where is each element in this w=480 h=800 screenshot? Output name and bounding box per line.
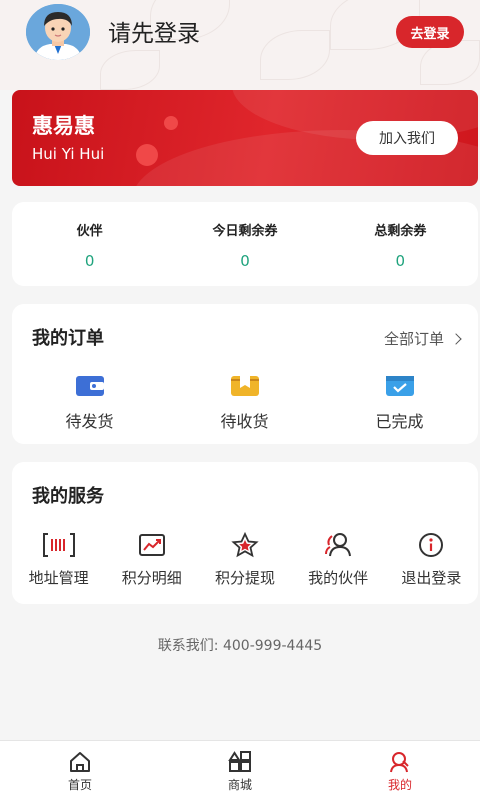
tab-profile[interactable]: 我的 xyxy=(320,741,480,800)
login-button[interactable]: 去登录 xyxy=(396,16,464,48)
stat-today-coupons[interactable]: 今日剩余券 0 xyxy=(167,202,322,286)
star-icon xyxy=(231,532,259,558)
partners-icon xyxy=(325,533,352,557)
address-icon xyxy=(42,533,75,557)
order-pending-receipt[interactable]: 待收货 xyxy=(167,374,322,432)
stat-value: 0 xyxy=(84,252,95,270)
service-label: 地址管理 xyxy=(28,569,89,587)
chart-icon xyxy=(138,534,165,556)
stats-card: 伙伴 0 今日剩余券 0 总剩余券 0 xyxy=(12,202,478,286)
order-item-label: 待收货 xyxy=(220,412,269,431)
shop-icon xyxy=(228,751,251,772)
tab-shop[interactable]: 商城 xyxy=(160,741,320,800)
all-orders-label: 全部订单 xyxy=(383,330,444,348)
tab-label: 首页 xyxy=(67,778,92,792)
stat-total-coupons[interactable]: 总剩余券 0 xyxy=(323,202,478,286)
avatar[interactable] xyxy=(26,4,90,60)
tab-label: 我的 xyxy=(387,778,412,792)
login-prompt[interactable]: 请先登录 xyxy=(108,14,200,48)
orders-card: 我的订单 全部订单 待发货 待收货 已完成 xyxy=(12,304,478,444)
info-icon xyxy=(419,533,444,557)
order-item-label: 已完成 xyxy=(375,412,424,431)
contact-label: 联系我们: xyxy=(157,638,219,654)
services-title: 我的服务 xyxy=(32,486,104,507)
order-pending-shipment[interactable]: 待发货 xyxy=(12,374,167,432)
service-my-partners[interactable]: 我的伙伴 xyxy=(292,532,385,588)
services-card: 我的服务 地址管理 积分明细 积分提现 我的伙伴 退出登录 xyxy=(12,462,478,604)
contact-info: 联系我们: 400-999-4445 xyxy=(0,635,480,655)
all-orders-link[interactable]: 全部订单 xyxy=(383,328,462,349)
orders-title: 我的订单 xyxy=(32,328,104,349)
service-address-management[interactable]: 地址管理 xyxy=(12,532,105,588)
service-logout[interactable]: 退出登录 xyxy=(385,532,478,588)
order-item-label: 待发货 xyxy=(65,412,114,431)
home-icon xyxy=(70,752,90,772)
tab-label: 商城 xyxy=(227,778,252,792)
tab-home[interactable]: 首页 xyxy=(0,741,160,800)
box-icon xyxy=(230,376,259,396)
stat-value: 0 xyxy=(395,252,406,270)
service-label: 我的伙伴 xyxy=(308,569,369,587)
service-label: 退出登录 xyxy=(401,569,462,587)
chevron-right-icon xyxy=(450,332,462,345)
order-completed[interactable]: 已完成 xyxy=(322,374,477,432)
service-points-withdraw[interactable]: 积分提现 xyxy=(198,532,291,588)
stat-label: 总剩余券 xyxy=(374,224,427,239)
profile-header: 请先登录 去登录 xyxy=(0,0,480,72)
service-label: 积分明细 xyxy=(121,569,182,587)
brand-name: 惠易惠 xyxy=(32,114,95,138)
bottom-tab-bar: 首页 商城 我的 xyxy=(0,740,480,800)
service-points-detail[interactable]: 积分明细 xyxy=(105,532,198,588)
profile-icon xyxy=(390,752,409,773)
contact-phone[interactable]: 400-999-4445 xyxy=(223,638,322,654)
brand-banner: 惠易惠 Hui Yi Hui 加入我们 xyxy=(12,90,478,186)
stat-partners[interactable]: 伙伴 0 xyxy=(12,202,167,286)
brand-subtitle: Hui Yi Hui xyxy=(32,145,105,163)
stat-value: 0 xyxy=(240,252,250,270)
completed-icon xyxy=(385,376,414,396)
service-label: 积分提现 xyxy=(214,569,275,587)
stat-label: 今日剩余券 xyxy=(212,224,278,239)
join-us-button[interactable]: 加入我们 xyxy=(356,121,458,155)
stat-label: 伙伴 xyxy=(76,224,103,239)
wallet-icon xyxy=(75,376,104,396)
